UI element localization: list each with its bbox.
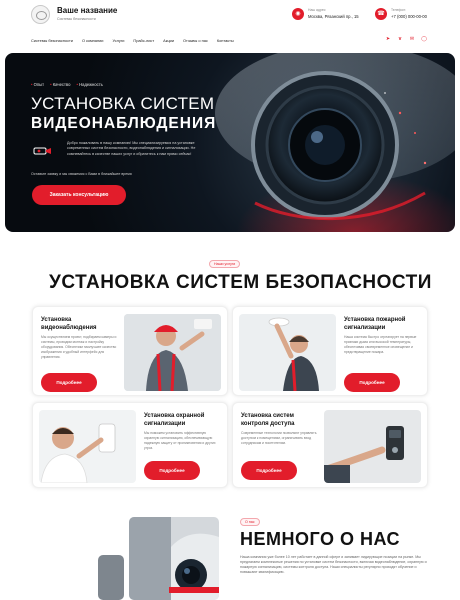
- service-card-fire[interactable]: Установка пожарной сигнализации Наша сис…: [232, 306, 428, 396]
- whatsapp-icon[interactable]: ◯: [421, 36, 427, 42]
- hero-description: Добро пожаловать в нашу компанию! Мы спе…: [67, 141, 196, 156]
- technician-alarm-image: [39, 410, 136, 483]
- card-title-line2: сигнализации: [344, 325, 386, 331]
- card-title-line1: Установка систем: [241, 413, 294, 419]
- service-card-access[interactable]: Установка систем контроля доступа Соврем…: [232, 402, 428, 488]
- brand-title[interactable]: Ваше название: [57, 6, 117, 15]
- address-label: Наш адрес:: [308, 8, 327, 12]
- nav-item-services[interactable]: Услуги: [112, 38, 124, 43]
- site-header: Ваше название Системы безопасности ◉ Наш…: [0, 0, 460, 32]
- email-icon[interactable]: ✉: [409, 36, 415, 42]
- card-more-button[interactable]: Подробнее: [144, 461, 200, 480]
- service-card-video[interactable]: Установка видеонаблюдения Мы осуществляе…: [32, 306, 228, 396]
- card-more-button[interactable]: Подробнее: [241, 461, 297, 480]
- logo-icon[interactable]: [31, 5, 50, 24]
- about-text: Наша компания уже более 10 лет работает …: [240, 555, 427, 574]
- card-description: Современные технологии позволяют управля…: [241, 431, 317, 445]
- card-title: Установка пожарной сигнализации: [344, 316, 405, 332]
- main-nav: Системы безопасности О компании Услуги П…: [31, 36, 234, 45]
- card-more-button[interactable]: Подробнее: [41, 373, 97, 392]
- about-technician-image: [129, 517, 219, 600]
- about-pill: О нас: [240, 518, 260, 526]
- card-title: Установка систем контроля доступа: [241, 412, 294, 428]
- hero-tags: Опыт Качество Надежность: [31, 82, 103, 87]
- phone-icon: ☎: [375, 8, 387, 20]
- card-title-line1: Установка охранной: [144, 413, 205, 419]
- camera-icon: [33, 147, 51, 155]
- nav-item-price[interactable]: Прайс-лист: [133, 38, 154, 43]
- nav-item-about[interactable]: О компании: [82, 38, 103, 43]
- hero-tag-reliability: Надежность: [76, 82, 103, 87]
- address-value: Москва, Рязанский пр., 15: [308, 14, 359, 19]
- hero-banner: Опыт Качество Надежность УСТАНОВКА СИСТЕ…: [5, 53, 455, 232]
- consultation-button[interactable]: Заказать консультацию: [32, 185, 126, 205]
- nav-item-security-systems[interactable]: Системы безопасности: [31, 38, 73, 43]
- hero-tag-quality: Качество: [50, 82, 71, 87]
- card-title-line2: видеонаблюдения: [41, 325, 97, 331]
- hero-title-line2: ВИДЕОНАБЛЮДЕНИЯ: [31, 115, 217, 132]
- hero-note: Оставьте заявку и мы свяжемся с Вами в б…: [31, 172, 132, 176]
- nav-item-contacts[interactable]: Контакты: [217, 38, 234, 43]
- card-title-line1: Установка пожарной: [344, 317, 406, 323]
- phone-value[interactable]: +7 (000) 000-00-00: [391, 14, 427, 19]
- card-description: Наша система быстро отреагирует на первы…: [344, 335, 417, 354]
- services-title: УСТАНОВКА СИСТЕМ БЕЗОПАСНОСТИ: [49, 272, 432, 293]
- card-title: Установка охранной сигнализации: [144, 412, 204, 428]
- services-pill: Наши услуги: [209, 260, 241, 268]
- card-title-line1: Установка: [41, 317, 72, 323]
- service-card-alarm[interactable]: Установка охранной сигнализации Мы помож…: [32, 402, 228, 488]
- about-secondary-image: [98, 555, 124, 600]
- about-title: НЕМНОГО О НАС: [240, 529, 401, 549]
- nav-item-reviews[interactable]: Отзывы о нас: [183, 38, 208, 43]
- brand-subtitle: Системы безопасности: [57, 17, 96, 21]
- technician-smoke-detector-image: [239, 314, 336, 391]
- social-links: ➤ v ✉ ◯: [385, 36, 427, 42]
- telegram-icon[interactable]: ➤: [385, 36, 391, 42]
- vk-icon[interactable]: v: [397, 36, 403, 42]
- card-title: Установка видеонаблюдения: [41, 316, 97, 332]
- card-title-line2: сигнализации: [144, 421, 186, 427]
- card-description: Мы осуществляем проект, подбираем камеры…: [41, 335, 117, 359]
- hero-tag-experience: Опыт: [31, 82, 44, 87]
- hero-title-line1: УСТАНОВКА СИСТЕМ: [31, 94, 215, 113]
- nav-item-promos[interactable]: Акции: [163, 38, 174, 43]
- card-title-line2: контроля доступа: [241, 421, 295, 427]
- access-control-image: [324, 410, 421, 483]
- phone-label: Телефон:: [391, 8, 407, 12]
- card-more-button[interactable]: Подробнее: [344, 373, 400, 392]
- technician-camera-image: [124, 314, 221, 391]
- location-icon: ◉: [292, 8, 304, 20]
- card-description: Мы поможем установить эффективную охранн…: [144, 431, 216, 450]
